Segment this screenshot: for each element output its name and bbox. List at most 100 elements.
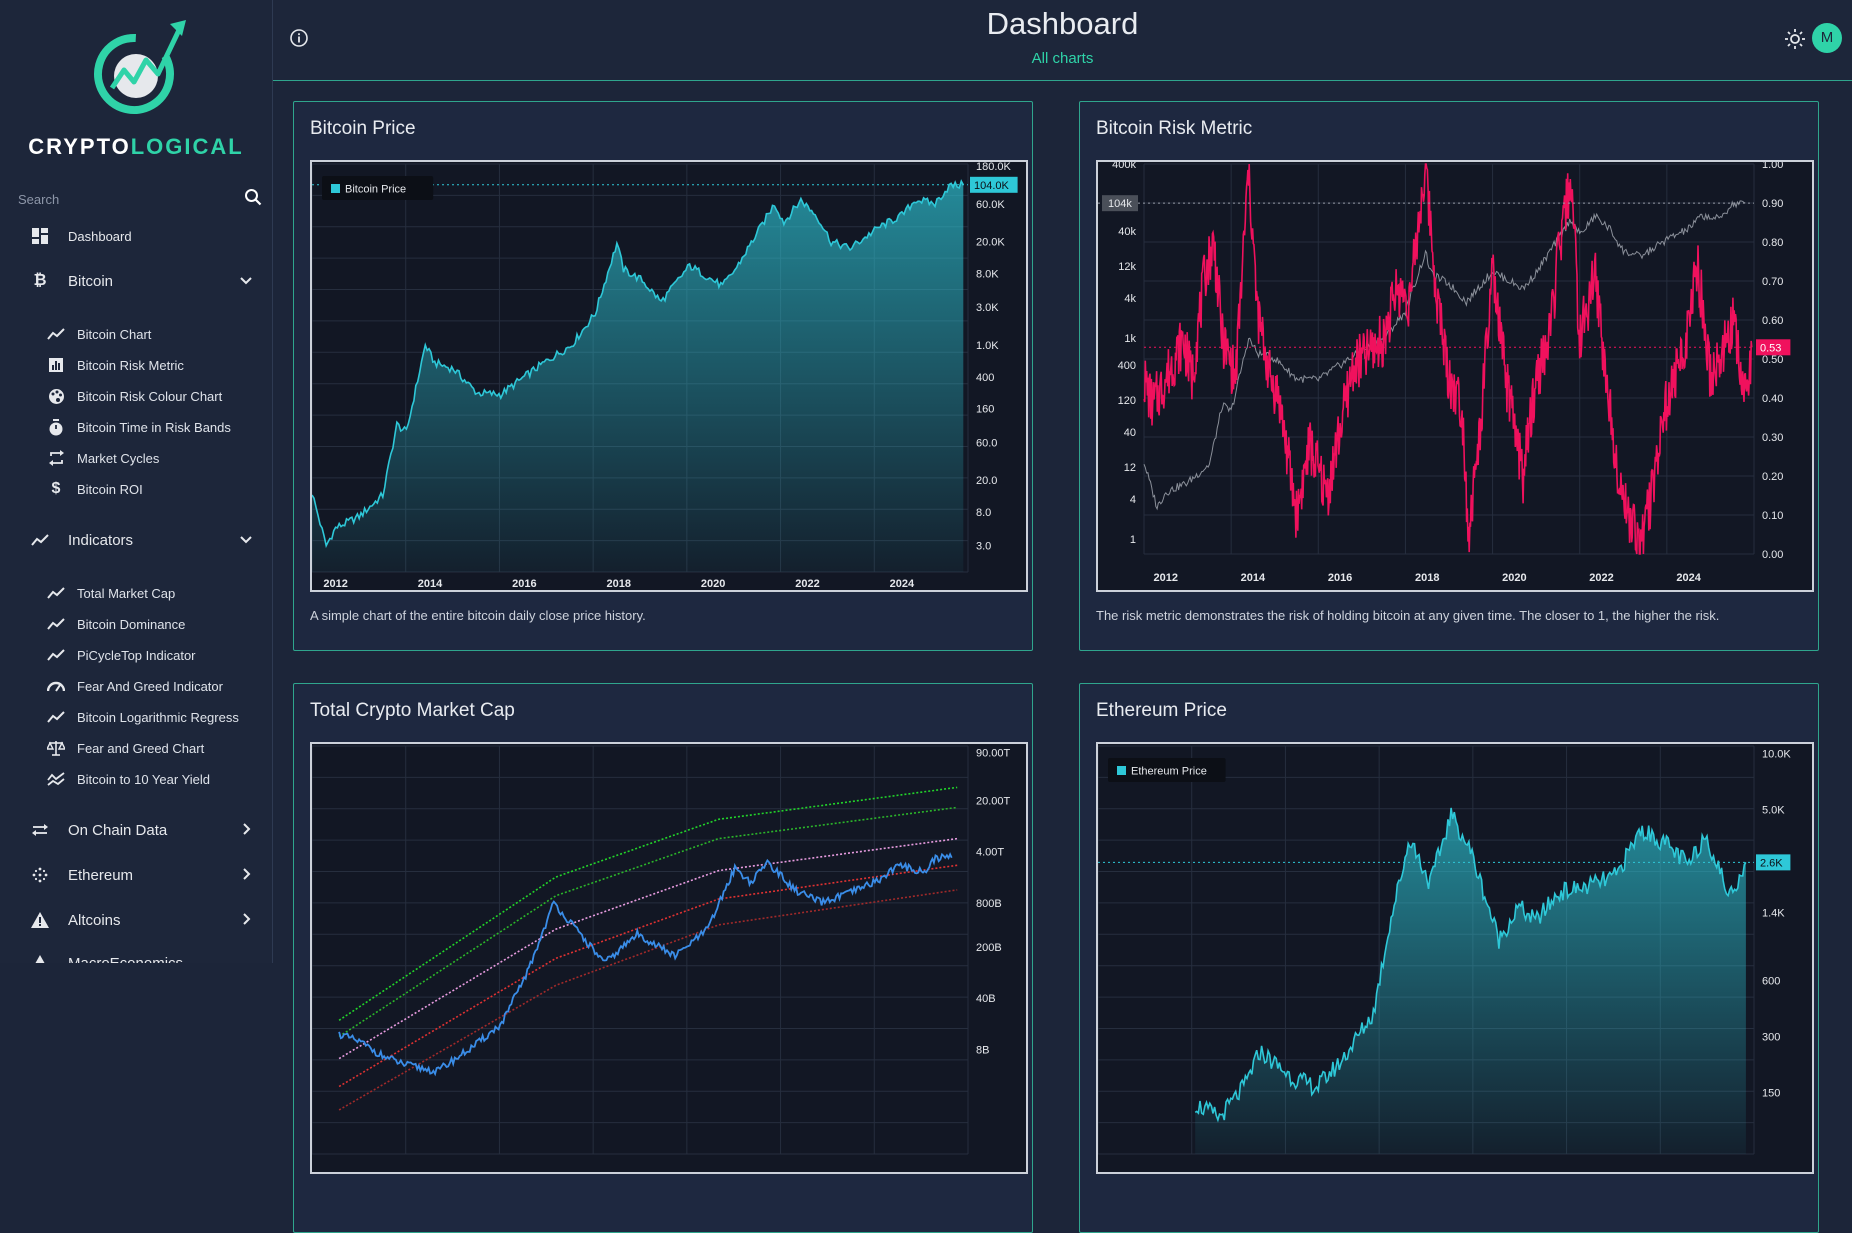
sidebar-item-label: Bitcoin Risk Colour Chart (77, 388, 223, 404)
sidebar-item-fear-and-greed-indicator[interactable]: Fear And Greed Indicator (0, 672, 272, 700)
y-tick-label: 3.0 (976, 541, 991, 553)
y-tick-label: 300 (1762, 1032, 1780, 1044)
sidebar-item-label: Bitcoin Dominance (77, 616, 186, 632)
sidebar-group-macroeconomics[interactable]: MacroEconomics (0, 945, 272, 963)
x-tick-label: 2020 (1502, 572, 1526, 584)
trend-line-icon (47, 615, 65, 633)
x-tick-label: 2018 (1415, 572, 1439, 584)
price-area (1195, 807, 1746, 1154)
card-description: A simple chart of the entire bitcoin dai… (310, 608, 646, 623)
sidebar-item-bitcoin-time-in-risk-bands[interactable]: Bitcoin Time in Risk Bands (0, 413, 272, 441)
sidebar-group-label: On Chain Data (68, 821, 168, 839)
dashboard-icon (30, 226, 50, 246)
warning-icon (30, 953, 50, 963)
logo-icon (90, 20, 186, 120)
legend-label: Ethereum Price (1131, 766, 1207, 778)
sidebar-item-label: Dashboard (68, 228, 132, 244)
sidebar-item-bitcoin-chart[interactable]: Bitcoin Chart (0, 320, 272, 348)
sidebar: CRYPTOLOGICAL Dashboard ₿ Bitcoin Bitcoi… (0, 0, 273, 963)
y-tick-label: 3.0K (976, 302, 999, 314)
y-right-tick-label: 0.70 (1762, 276, 1783, 288)
y-tick-label: 8B (976, 1044, 989, 1056)
x-tick-label: 2014 (418, 578, 443, 590)
sidebar-item-fear-and-greed-chart[interactable]: Fear and Greed Chart (0, 734, 272, 762)
market-cap-line (338, 852, 953, 1077)
value-tag-label: 2.6K (1760, 857, 1783, 869)
sidebar-group-bitcoin[interactable]: ₿ Bitcoin (0, 263, 272, 299)
chart-svg: 400k 40k 12k 4k 1k 400 120 40 12 4 1 104k 1.00 0.90 0.… (1098, 162, 1791, 584)
sidebar-group-label: Indicators (68, 531, 134, 549)
sidebar-group-altcoins[interactable]: Altcoins (0, 902, 272, 938)
sun-icon[interactable] (1784, 28, 1806, 50)
chevron-down-icon (238, 531, 254, 547)
sidebar-item-market-cycles[interactable]: Market Cycles (0, 444, 272, 472)
sidebar-item-label: Bitcoin Time in Risk Bands (77, 419, 231, 435)
y-tick-label: 1.4K (1762, 907, 1785, 919)
sidebar-item-label: Bitcoin Risk Metric (77, 357, 184, 373)
y-tick-label: 400 (976, 372, 994, 384)
chart-bitcoin-risk-metric[interactable]: 400k 40k 12k 4k 1k 400 120 40 12 4 1 104k 1.00 0.90 0.… (1096, 160, 1814, 592)
brand-name-accent: LOGICAL (130, 134, 244, 159)
search-icon[interactable] (244, 188, 262, 206)
y-tick-label: 40B (976, 993, 996, 1005)
sidebar-item-bitcoin-logarithmic-regress[interactable]: Bitcoin Logarithmic Regress (0, 703, 272, 731)
x-tick-label: 2024 (1676, 572, 1701, 584)
trend-line-icon (47, 708, 65, 726)
y-right-tick-label: 0.00 (1762, 549, 1783, 561)
regression-band (338, 786, 958, 1021)
y-tick-label: 5.0K (1762, 805, 1785, 817)
search-input[interactable] (18, 186, 218, 212)
sidebar-group-indicators[interactable]: Indicators (0, 522, 272, 558)
sidebar-group-ethereum[interactable]: Ethereum (0, 857, 272, 893)
chart-bitcoin-price[interactable]: 180.0K 60.0K 20.0K 8.0K 3.0K 1.0K 400 160 60.0 20… (310, 160, 1028, 592)
y-left-tick-label: 400 (1118, 360, 1136, 372)
y-right-tick-label: 0.50 (1762, 354, 1783, 366)
page-subtitle[interactable]: All charts (273, 50, 1852, 67)
y-left-tick-label: 40 (1124, 427, 1136, 439)
page-title: Dashboard (986, 6, 1139, 41)
chart-total-crypto-market-cap[interactable]: 90.00T 20.00T 4.00T 800B 200B 40B 8B (310, 742, 1028, 1174)
sidebar-item-label: PiCycleTop Indicator (77, 647, 196, 663)
brand-name-prefix: CRYPTO (28, 134, 131, 159)
y-tick-label: 10.0K (1762, 749, 1791, 761)
y-left-tick-label: 120 (1118, 395, 1136, 407)
legend-swatch (331, 184, 340, 193)
chevron-right-icon (238, 821, 254, 837)
sidebar-item-picycletop-indicator[interactable]: PiCycleTop Indicator (0, 641, 272, 669)
y-right-tick-label: 0.80 (1762, 237, 1783, 249)
legend-label: Bitcoin Price (345, 184, 406, 196)
y-right-tick-label: 0.90 (1762, 198, 1783, 210)
sidebar-item-bitcoin-risk-colour-chart[interactable]: Bitcoin Risk Colour Chart (0, 382, 272, 410)
y-tick-label: 20.00T (976, 795, 1011, 807)
y-tick-label: 1.0K (976, 340, 999, 352)
sidebar-item-dashboard[interactable]: Dashboard (0, 218, 272, 254)
y-right-tick-label: 0.10 (1762, 510, 1783, 522)
y-right-tick-label: 0.60 (1762, 315, 1783, 327)
warning-icon (30, 910, 50, 930)
sidebar-group-on-chain-data[interactable]: On Chain Data (0, 812, 272, 848)
card-title: Bitcoin Risk Metric (1096, 118, 1253, 139)
y-right-tick-label: 0.40 (1762, 393, 1783, 405)
x-tick-label: 2022 (1589, 572, 1613, 584)
y-tick-label: 60.0K (976, 199, 1005, 211)
sidebar-item-total-market-cap[interactable]: Total Market Cap (0, 579, 272, 607)
sidebar-group-label: Altcoins (68, 911, 121, 929)
chart-ethereum-price[interactable]: 10.0K 5.0K 1.4K 600 300 150 2.6K Ethereum Price (1096, 742, 1814, 1174)
sidebar-item-bitcoin-roi[interactable]: $ Bitcoin ROI (0, 475, 272, 503)
sidebar-item-bitcoin-risk-metric[interactable]: Bitcoin Risk Metric (0, 351, 272, 379)
card-bitcoin-risk-metric: Bitcoin Risk Metric 400k 40k 12k 4k 1k 400 120… (1079, 101, 1819, 651)
trend-line-icon (47, 584, 65, 602)
y-tick-label: 180.0K (976, 162, 1012, 173)
sidebar-item-bitcoin-dominance[interactable]: Bitcoin Dominance (0, 610, 272, 638)
y-tick-label: 8.0 (976, 507, 991, 519)
value-tag-label: 104.0K (974, 180, 1010, 192)
chevron-down-icon (238, 272, 254, 288)
card-total-crypto-market-cap: Total Crypto Market Cap 90.00T 20.00T 4.00… (293, 683, 1033, 1233)
avatar[interactable]: M (1812, 23, 1842, 53)
y-tick-label: 800B (976, 898, 1002, 910)
sidebar-item-bitcoin-to-10-year-yield[interactable]: Bitcoin to 10 Year Yield (0, 765, 272, 793)
x-tick-label: 2014 (1241, 572, 1266, 584)
y-tick-label: 200B (976, 942, 1002, 954)
chart-svg: 180.0K 60.0K 20.0K 8.0K 3.0K 1.0K 400 160 60.0 20… (312, 162, 1018, 590)
y-right-tick-label: 0.20 (1762, 471, 1783, 483)
